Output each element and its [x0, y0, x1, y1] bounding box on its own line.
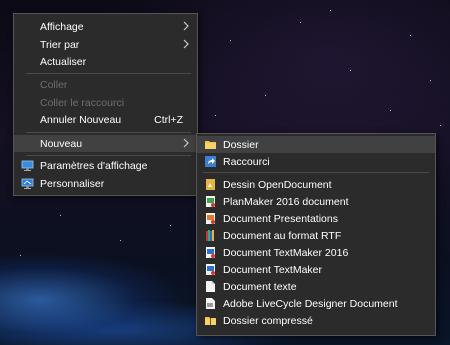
textmaker-2016-icon	[206, 247, 215, 258]
livecycle-icon	[206, 298, 215, 309]
menu-item-label: Actualiser	[40, 55, 87, 68]
submenu-item-label: Document Presentations	[223, 212, 338, 225]
menu-item-label: Trier par	[40, 38, 80, 51]
folder-icon	[205, 141, 216, 149]
menu-item-label: Coller le raccourci	[40, 96, 125, 109]
submenu-item-label: Document TextMaker 2016	[223, 246, 349, 259]
menu-separator	[26, 73, 191, 74]
menu-item-coller-raccourci: Coller le raccourci	[14, 94, 197, 111]
menu-item-label: Nouveau	[40, 137, 83, 150]
presentations-icon	[206, 213, 215, 224]
submenu-item-label: Document TextMaker	[223, 263, 323, 276]
menu-item-trier-par[interactable]: Trier par	[14, 36, 197, 53]
chevron-right-icon	[183, 21, 189, 31]
textmaker-icon	[206, 264, 215, 275]
text-document-icon	[206, 281, 215, 292]
submenu-item-label: Dossier	[223, 138, 259, 151]
submenu-item-label: Adobe LiveCycle Designer Document	[223, 297, 398, 310]
submenu-item-livecycle[interactable]: Adobe LiveCycle Designer Document	[197, 295, 435, 312]
menu-item-annuler-nouveau[interactable]: Annuler Nouveau Ctrl+Z	[14, 111, 197, 128]
rtf-document-icon	[206, 230, 214, 241]
menu-separator	[26, 155, 191, 156]
submenu-item-raccourci[interactable]: Raccourci	[197, 153, 435, 170]
submenu-item-dossier[interactable]: Dossier	[197, 136, 435, 153]
submenu-item-label: PlanMaker 2016 document	[223, 195, 349, 208]
nouveau-submenu: Dossier Raccourci Dessin OpenDocument Pl…	[196, 133, 436, 336]
menu-item-parametres-affichage[interactable]: Paramètres d'affichage	[14, 157, 197, 174]
submenu-item-label: Dessin OpenDocument	[223, 178, 332, 191]
menu-item-actualiser[interactable]: Actualiser	[14, 53, 197, 70]
menu-item-personnaliser[interactable]: Personnaliser	[14, 175, 197, 192]
display-settings-icon	[21, 160, 34, 171]
zip-folder-icon	[205, 317, 216, 325]
menu-item-label: Paramètres d'affichage	[40, 159, 148, 172]
menu-item-label: Coller	[40, 78, 68, 91]
submenu-item-rtf[interactable]: Document au format RTF	[197, 227, 435, 244]
submenu-item-texte[interactable]: Document texte	[197, 278, 435, 295]
submenu-item-label: Dossier compressé	[223, 314, 313, 327]
submenu-item-planmaker[interactable]: PlanMaker 2016 document	[197, 193, 435, 210]
submenu-item-dossier-compresse[interactable]: Dossier compressé	[197, 312, 435, 329]
chevron-right-icon	[183, 39, 189, 49]
desktop-context-menu: Affichage Trier par Actualiser Coller Co…	[13, 13, 198, 196]
opendocument-drawing-icon	[206, 179, 215, 190]
submenu-item-label: Document texte	[223, 280, 297, 293]
submenu-item-textmaker[interactable]: Document TextMaker	[197, 261, 435, 278]
shortcut-icon	[205, 156, 216, 167]
submenu-item-dessin-opendocument[interactable]: Dessin OpenDocument	[197, 176, 435, 193]
chevron-right-icon	[183, 138, 189, 148]
submenu-item-label: Document au format RTF	[223, 229, 342, 242]
menu-item-label: Personnaliser	[40, 177, 105, 190]
submenu-item-presentations[interactable]: Document Presentations	[197, 210, 435, 227]
menu-separator	[203, 172, 429, 173]
menu-separator	[26, 132, 191, 133]
personalize-icon	[21, 178, 34, 189]
submenu-item-label: Raccourci	[223, 155, 270, 168]
menu-item-shortcut: Ctrl+Z	[154, 113, 183, 126]
planmaker-icon	[206, 196, 215, 207]
menu-item-nouveau[interactable]: Nouveau	[14, 135, 197, 152]
menu-item-affichage[interactable]: Affichage	[14, 18, 197, 35]
submenu-item-textmaker-2016[interactable]: Document TextMaker 2016	[197, 244, 435, 261]
menu-item-label: Affichage	[40, 20, 84, 33]
menu-item-label: Annuler Nouveau	[40, 113, 122, 126]
menu-item-coller: Coller	[14, 76, 197, 93]
